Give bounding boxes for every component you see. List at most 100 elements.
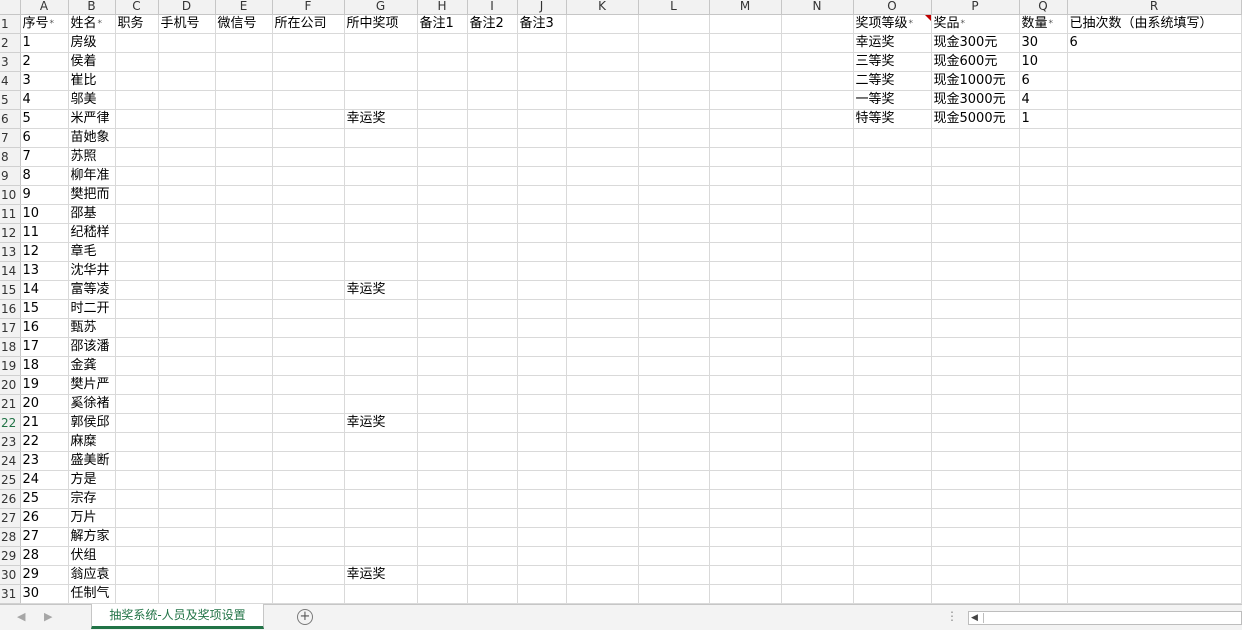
cell[interactable] [115,52,159,72]
cell[interactable] [215,52,273,72]
cell[interactable] [417,147,468,167]
cell[interactable] [517,166,567,186]
cell[interactable] [781,489,854,509]
cell[interactable] [566,71,639,91]
cell[interactable] [1067,508,1242,528]
cell[interactable] [417,356,468,376]
cell[interactable] [931,204,1020,224]
cell[interactable] [566,261,639,281]
cell[interactable] [931,470,1020,490]
cell[interactable] [931,489,1020,509]
cell[interactable] [417,432,468,452]
cell[interactable] [115,508,159,528]
cell[interactable]: 方是 [68,470,116,490]
cell[interactable]: 宗存 [68,489,116,509]
cell[interactable] [215,71,273,91]
cell[interactable] [1067,470,1242,490]
cell[interactable] [158,128,216,148]
cell[interactable] [931,166,1020,186]
cell[interactable] [417,261,468,281]
cell[interactable] [566,223,639,243]
cell[interactable] [517,508,567,528]
header-cell-h[interactable]: 备注1 [417,14,468,34]
cell[interactable] [517,128,567,148]
cell[interactable] [638,147,710,167]
header-cell-b[interactable]: 姓名* [68,14,116,34]
cell[interactable] [158,242,216,262]
cell[interactable] [158,71,216,91]
cell[interactable] [158,204,216,224]
cell[interactable] [158,337,216,357]
cell[interactable] [272,565,345,585]
cell[interactable] [467,280,518,300]
cell[interactable] [781,470,854,490]
row-header[interactable]: 19 [0,356,21,376]
cell[interactable] [417,90,468,110]
cell[interactable] [517,242,567,262]
cell[interactable]: 伏组 [68,546,116,566]
cell[interactable] [566,413,639,433]
cell[interactable] [638,489,710,509]
cell[interactable] [517,546,567,566]
cell[interactable] [115,565,159,585]
cell[interactable] [853,204,932,224]
cell[interactable] [417,413,468,433]
cell[interactable] [272,109,345,129]
cell[interactable] [781,128,854,148]
cell[interactable] [638,204,710,224]
cell[interactable] [115,109,159,129]
cell[interactable] [709,242,782,262]
row-header[interactable]: 28 [0,527,21,547]
cell[interactable] [931,584,1020,604]
cell[interactable] [781,584,854,604]
cell[interactable] [1067,242,1242,262]
cell[interactable] [517,204,567,224]
cell[interactable] [853,337,932,357]
row-header[interactable]: 25 [0,470,21,490]
cell[interactable] [417,166,468,186]
cell[interactable] [709,356,782,376]
cell[interactable] [566,375,639,395]
cell[interactable] [115,90,159,110]
cell[interactable] [115,356,159,376]
cell[interactable] [1019,546,1068,566]
cell[interactable] [781,356,854,376]
cell[interactable] [709,375,782,395]
cell[interactable] [115,546,159,566]
cell[interactable] [344,299,418,319]
cell[interactable] [781,337,854,357]
cell[interactable] [272,470,345,490]
cell[interactable] [1067,318,1242,338]
cell[interactable] [709,451,782,471]
cell[interactable] [417,185,468,205]
cell[interactable]: 16 [20,318,69,338]
cell[interactable] [417,299,468,319]
cell[interactable] [344,489,418,509]
cell[interactable] [638,109,710,129]
cell[interactable] [215,185,273,205]
cell[interactable] [158,451,216,471]
cell[interactable]: 28 [20,546,69,566]
cell[interactable] [1019,337,1068,357]
cell[interactable]: 10 [20,204,69,224]
cell[interactable]: 幸运奖 [344,109,418,129]
cell[interactable] [272,33,345,53]
cell[interactable] [709,565,782,585]
cell[interactable] [115,204,159,224]
cell[interactable] [853,166,932,186]
cell[interactable]: 17 [20,337,69,357]
cell[interactable]: 金龚 [68,356,116,376]
cell[interactable] [517,318,567,338]
cell[interactable] [781,261,854,281]
column-header-a[interactable]: A [20,0,69,15]
header-cell-d[interactable]: 手机号 [158,14,216,34]
cell[interactable] [115,71,159,91]
cell[interactable] [467,375,518,395]
column-header-b[interactable]: B [68,0,116,15]
cell[interactable] [853,394,932,414]
cell[interactable] [1019,299,1068,319]
cell[interactable] [272,546,345,566]
row-header[interactable]: 6 [0,109,21,129]
cell[interactable]: 11 [20,223,69,243]
cell[interactable] [115,128,159,148]
